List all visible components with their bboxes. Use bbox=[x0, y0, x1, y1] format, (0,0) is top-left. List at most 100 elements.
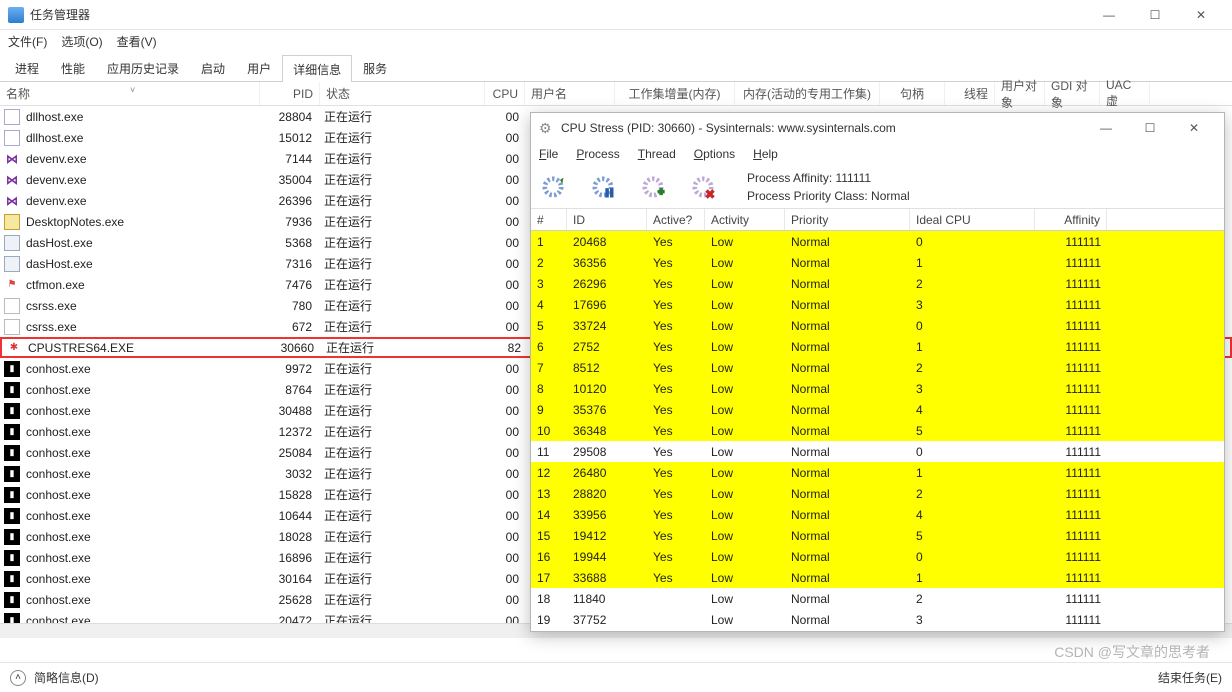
col-pid[interactable]: PID bbox=[260, 82, 320, 105]
thread-row[interactable]: 120468YesLowNormal0111111 bbox=[531, 231, 1224, 252]
cs-menu-options[interactable]: Options bbox=[694, 147, 735, 161]
task-manager-menubar: 文件(F) 选项(O) 查看(V) bbox=[0, 30, 1232, 52]
end-task-button[interactable]: 结束任务(E) bbox=[1158, 669, 1222, 686]
cs-thread-list[interactable]: 120468YesLowNormal0111111236356YesLowNor… bbox=[531, 231, 1224, 630]
thread-row[interactable]: 1328820YesLowNormal2111111 bbox=[531, 483, 1224, 504]
process-cpu: 00 bbox=[485, 425, 525, 439]
cs-menu-process[interactable]: Process bbox=[576, 147, 619, 161]
process-status: 正在运行 bbox=[320, 444, 485, 461]
process-pid: 18028 bbox=[260, 530, 320, 544]
cs-close-button[interactable]: ✕ bbox=[1172, 113, 1216, 143]
thread-priority: Normal bbox=[785, 340, 910, 354]
thread-row[interactable]: 236356YesLowNormal1111111 bbox=[531, 252, 1224, 273]
process-cpu: 00 bbox=[485, 488, 525, 502]
thread-row[interactable]: 1937752LowNormal3111111 bbox=[531, 609, 1224, 630]
process-name: conhost.exe bbox=[24, 467, 260, 481]
thread-row[interactable]: 810120YesLowNormal3111111 bbox=[531, 378, 1224, 399]
thread-priority: Normal bbox=[785, 466, 910, 480]
thread-affinity: 111111 bbox=[1035, 592, 1107, 606]
process-pid: 25084 bbox=[260, 446, 320, 460]
process-status: 正在运行 bbox=[320, 276, 485, 293]
tab-processes[interactable]: 进程 bbox=[4, 54, 50, 81]
tab-users[interactable]: 用户 bbox=[236, 54, 282, 81]
cs-col-active[interactable]: Active? bbox=[647, 209, 705, 230]
thread-row[interactable]: 1519412YesLowNormal5111111 bbox=[531, 525, 1224, 546]
thread-priority: Normal bbox=[785, 487, 910, 501]
tab-startup[interactable]: 启动 bbox=[190, 54, 236, 81]
thread-id: 33688 bbox=[567, 571, 647, 585]
col-handles[interactable]: 句柄 bbox=[880, 82, 945, 105]
col-threads[interactable]: 线程 bbox=[945, 82, 995, 105]
brief-info-button[interactable]: 简略信息(D) bbox=[34, 669, 99, 686]
toolbar-delete-icon[interactable] bbox=[689, 173, 717, 201]
thread-priority: Normal bbox=[785, 235, 910, 249]
process-status: 正在运行 bbox=[320, 213, 485, 230]
col-workingset[interactable]: 工作集增量(内存) bbox=[615, 82, 735, 105]
toolbar-add-icon[interactable] bbox=[639, 173, 667, 201]
thread-ideal-cpu: 3 bbox=[910, 613, 1035, 627]
thread-row[interactable]: 533724YesLowNormal0111111 bbox=[531, 315, 1224, 336]
thread-active: Yes bbox=[647, 340, 705, 354]
col-memory[interactable]: 内存(活动的专用工作集) bbox=[735, 82, 880, 105]
process-pid: 25628 bbox=[260, 593, 320, 607]
thread-active: Yes bbox=[647, 445, 705, 459]
col-user[interactable]: 用户名 bbox=[525, 82, 615, 105]
tab-performance[interactable]: 性能 bbox=[50, 54, 96, 81]
thread-row[interactable]: 417696YesLowNormal3111111 bbox=[531, 294, 1224, 315]
cs-maximize-button[interactable]: ☐ bbox=[1128, 113, 1172, 143]
expand-up-icon[interactable]: ˄ bbox=[10, 670, 26, 686]
toolbar-pause-icon[interactable] bbox=[589, 173, 617, 201]
thread-priority: Normal bbox=[785, 508, 910, 522]
thread-row[interactable]: 1619944YesLowNormal0111111 bbox=[531, 546, 1224, 567]
cs-col-affinity[interactable]: Affinity bbox=[1035, 209, 1107, 230]
col-uac[interactable]: UAC 虚 bbox=[1100, 82, 1150, 105]
cs-menu-thread[interactable]: Thread bbox=[638, 147, 676, 161]
process-status: 正在运行 bbox=[320, 255, 485, 272]
thread-row[interactable]: 1036348YesLowNormal5111111 bbox=[531, 420, 1224, 441]
menu-file[interactable]: 文件(F) bbox=[8, 33, 47, 50]
process-name: conhost.exe bbox=[24, 446, 260, 460]
tab-details[interactable]: 详细信息 bbox=[282, 55, 352, 82]
cs-col-id[interactable]: ID bbox=[567, 209, 647, 230]
process-status: 正在运行 bbox=[320, 402, 485, 419]
thread-id: 20468 bbox=[567, 235, 647, 249]
minimize-button[interactable]: — bbox=[1086, 0, 1132, 30]
cs-col-priority[interactable]: Priority bbox=[785, 209, 910, 230]
tab-app-history[interactable]: 应用历史记录 bbox=[96, 54, 190, 81]
process-cpu: 00 bbox=[485, 110, 525, 124]
cs-minimize-button[interactable]: — bbox=[1084, 113, 1128, 143]
cs-col-n[interactable]: # bbox=[531, 209, 567, 230]
close-button[interactable]: ✕ bbox=[1178, 0, 1224, 30]
thread-row[interactable]: 935376YesLowNormal4111111 bbox=[531, 399, 1224, 420]
cs-menu-file[interactable]: File bbox=[539, 147, 558, 161]
col-user-objects[interactable]: 用户对象 bbox=[995, 82, 1045, 105]
process-name: conhost.exe bbox=[24, 488, 260, 502]
thread-ideal-cpu: 1 bbox=[910, 340, 1035, 354]
cpu-stress-titlebar[interactable]: ⚙ CPU Stress (PID: 30660) - Sysinternals… bbox=[531, 113, 1224, 143]
thread-ideal-cpu: 2 bbox=[910, 592, 1035, 606]
thread-row[interactable]: 78512YesLowNormal2111111 bbox=[531, 357, 1224, 378]
menu-options[interactable]: 选项(O) bbox=[61, 33, 102, 50]
thread-row[interactable]: 1226480YesLowNormal1111111 bbox=[531, 462, 1224, 483]
thread-row[interactable]: 1433956YesLowNormal4111111 bbox=[531, 504, 1224, 525]
col-gdi[interactable]: GDI 对象 bbox=[1045, 82, 1100, 105]
thread-row[interactable]: 1811840LowNormal2111111 bbox=[531, 588, 1224, 609]
maximize-button[interactable]: ☐ bbox=[1132, 0, 1178, 30]
thread-activity: Low bbox=[705, 571, 785, 585]
cs-col-ideal[interactable]: Ideal CPU bbox=[910, 209, 1035, 230]
toolbar-refresh-icon[interactable] bbox=[539, 173, 567, 201]
tab-services[interactable]: 服务 bbox=[352, 54, 398, 81]
menu-view[interactable]: 查看(V) bbox=[117, 33, 157, 50]
thread-row[interactable]: 62752YesLowNormal1111111 bbox=[531, 336, 1224, 357]
thread-priority: Normal bbox=[785, 403, 910, 417]
process-status: 正在运行 bbox=[320, 171, 485, 188]
col-cpu[interactable]: CPU bbox=[485, 82, 525, 105]
thread-activity: Low bbox=[705, 319, 785, 333]
cs-menu-help[interactable]: Help bbox=[753, 147, 778, 161]
cs-col-activity[interactable]: Activity bbox=[705, 209, 785, 230]
thread-activity: Low bbox=[705, 361, 785, 375]
col-status[interactable]: 状态 bbox=[320, 82, 485, 105]
thread-row[interactable]: 1129508YesLowNormal0111111 bbox=[531, 441, 1224, 462]
thread-row[interactable]: 1733688YesLowNormal1111111 bbox=[531, 567, 1224, 588]
thread-row[interactable]: 326296YesLowNormal2111111 bbox=[531, 273, 1224, 294]
